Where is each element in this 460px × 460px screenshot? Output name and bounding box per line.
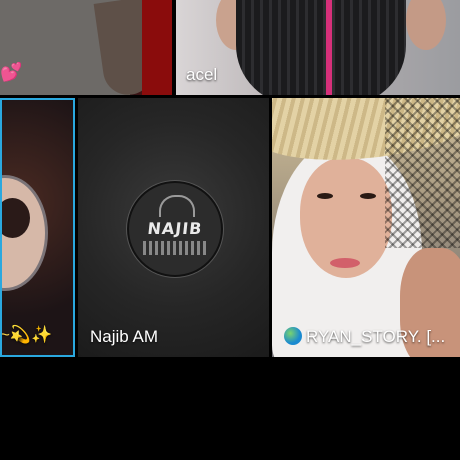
participant-tile[interactable]: NAJIB Najib AM xyxy=(78,98,269,357)
microphone-icon xyxy=(159,195,195,217)
participant-name-row: RYAN_STORY. [... xyxy=(284,327,445,347)
hearts-emoji: 💕 xyxy=(0,62,23,82)
globe-icon xyxy=(284,327,302,345)
participant-video xyxy=(236,0,406,95)
participant-name: RYAN_STORY. [... xyxy=(306,327,446,346)
background-curtain xyxy=(142,0,172,95)
pink-strap xyxy=(326,0,332,95)
participant-tile[interactable]: RYAN_STORY. [... xyxy=(272,98,460,357)
participant-lips xyxy=(330,258,360,268)
participant-name: Najib AM xyxy=(90,327,159,346)
participant-tile[interactable]: acel xyxy=(176,0,460,95)
avatar xyxy=(2,175,48,291)
participant-name: acel xyxy=(186,65,218,84)
participant-eye xyxy=(360,193,376,199)
background-net xyxy=(385,98,460,248)
equalizer-icon xyxy=(143,241,207,255)
participant-video-arm xyxy=(406,0,446,50)
profile-logo: NAJIB xyxy=(127,181,223,277)
logo-text: NAJIB xyxy=(146,219,204,238)
participant-tile-active[interactable]: ~💫✨ xyxy=(0,98,75,357)
participant-eye xyxy=(317,193,333,199)
participant-tile[interactable]: 💕 xyxy=(0,0,172,95)
participant-name: ~💫✨ xyxy=(0,325,53,344)
